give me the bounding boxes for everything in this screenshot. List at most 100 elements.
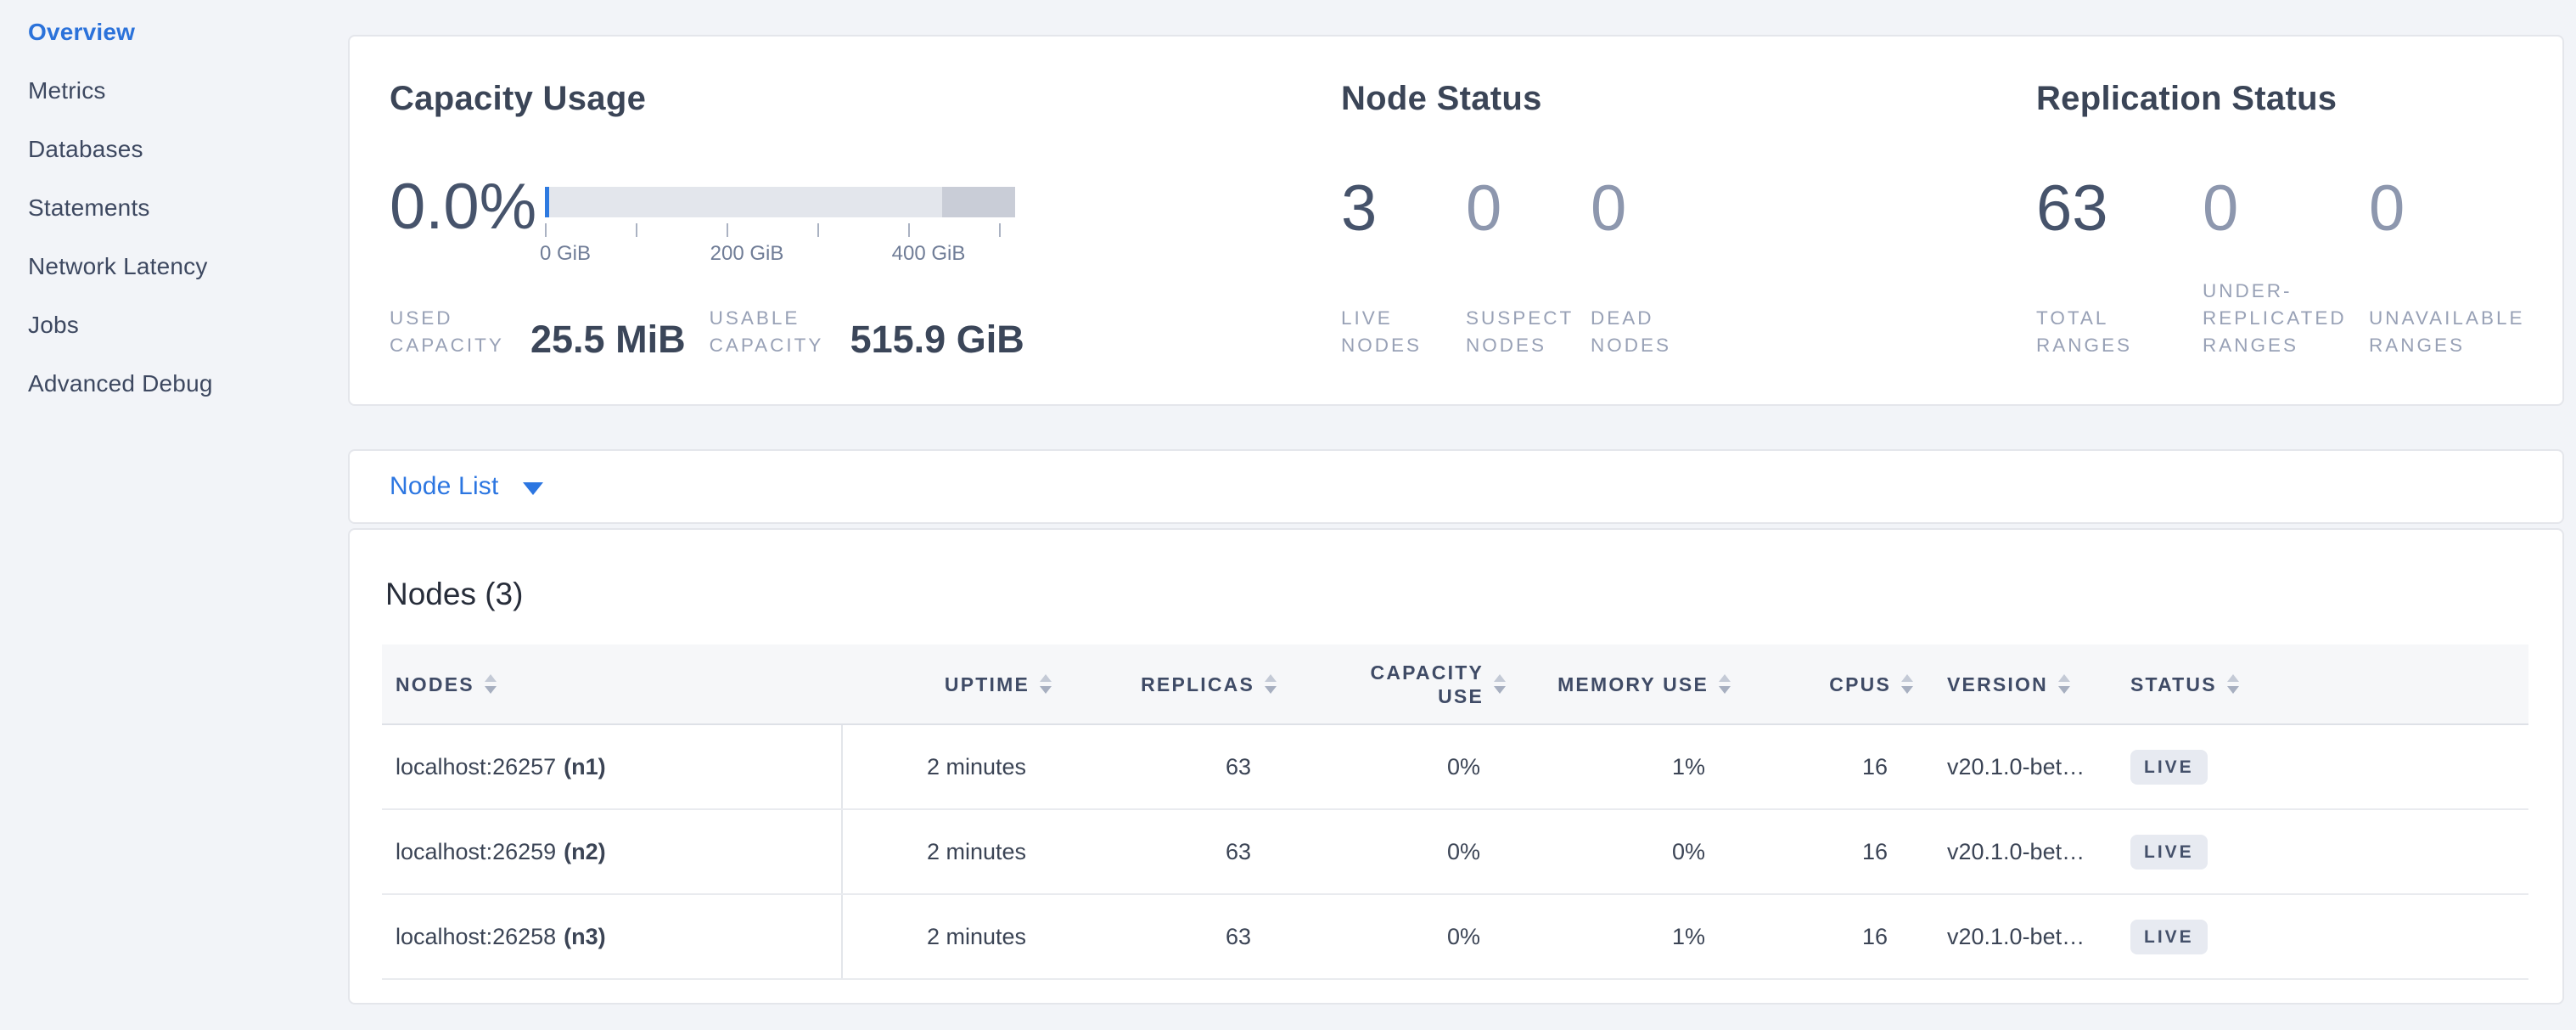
capacity-usage-body: 0.0% — [390, 173, 1035, 267]
replicas-cell: 63 — [1052, 725, 1277, 808]
live-nodes-value: 3 — [1341, 175, 1466, 243]
node-address-cell: localhost:26258(n3) — [382, 895, 841, 978]
capacity-usage-section: Capacity Usage 0.0% — [390, 79, 1035, 359]
nodes-table: NODES UPTIME REPLICAS CAPACITY USE MEMOR… — [382, 644, 2528, 980]
sort-icon — [1494, 674, 1506, 694]
cpus-cell: 16 — [1731, 895, 1913, 978]
sidebar-item-network-latency[interactable]: Network Latency — [28, 237, 317, 295]
chevron-down-icon — [523, 482, 543, 495]
node-list-dropdown-label: Node List — [390, 472, 499, 501]
unavailable-ranges-label: UNAVAILABLE RANGES — [2369, 305, 2535, 359]
capacity-axis-ticks — [545, 223, 1015, 237]
sort-icon — [1901, 674, 1913, 694]
capacity-used-percent: 0.0% — [390, 173, 545, 267]
suspect-nodes-value: 0 — [1466, 175, 1591, 243]
node-id: (n2) — [564, 839, 606, 865]
sort-icon — [1719, 674, 1731, 694]
main-content: Capacity Usage 0.0% — [348, 35, 2564, 1005]
capacity-usage-title: Capacity Usage — [390, 79, 1035, 119]
table-row-node-3[interactable]: localhost:26258(n3) 2 minutes 63 0% 1% 1… — [382, 895, 2528, 980]
status-badge: LIVE — [2130, 750, 2208, 785]
cpus-cell: 16 — [1731, 725, 1913, 808]
usable-capacity-stat: USABLE CAPACITY 515.9 GiB — [710, 305, 1024, 359]
column-header-nodes[interactable]: NODES — [382, 644, 841, 723]
sidebar: Overview Metrics Databases Statements Ne… — [28, 3, 317, 413]
dead-nodes-label: DEAD NODES — [1591, 305, 1715, 359]
replication-status-values: 63 0 0 — [2036, 175, 2554, 243]
version-cell: v20.1.0-bet… — [1913, 895, 2113, 978]
usable-capacity-value: 515.9 GiB — [850, 320, 1024, 359]
node-status-section: Node Status 3 0 0 LIVE NODES SUSPECT NOD… — [1341, 79, 1833, 359]
column-header-memory-use[interactable]: MEMORY USE — [1506, 644, 1731, 723]
axis-label-400gib: 400 GiB — [892, 242, 966, 266]
usable-capacity-label: USABLE CAPACITY — [710, 305, 828, 359]
status-badge: LIVE — [2130, 920, 2208, 954]
view-selector-card: Node List — [348, 449, 2564, 524]
sidebar-item-advanced-debug[interactable]: Advanced Debug — [28, 354, 317, 413]
sidebar-item-statements[interactable]: Statements — [28, 178, 317, 237]
total-ranges-label: TOTAL RANGES — [2036, 305, 2203, 359]
uptime-cell: 2 minutes — [841, 810, 1052, 893]
column-header-status[interactable]: STATUS — [2113, 644, 2528, 723]
memory-use-cell: 0% — [1506, 810, 1731, 893]
capacity-axis-labels: 0 GiB 200 GiB 400 GiB — [545, 242, 1015, 267]
sort-icon — [1265, 674, 1277, 694]
under-replicated-ranges-label: UNDER-REPLICATED RANGES — [2203, 278, 2369, 359]
uptime-cell: 2 minutes — [841, 895, 1052, 978]
capacity-bar — [545, 187, 1015, 217]
sort-icon — [2058, 674, 2070, 694]
sort-icon — [2227, 674, 2239, 694]
total-ranges-value: 63 — [2036, 175, 2203, 243]
sort-icon — [1040, 674, 1052, 694]
capacity-stats: USED CAPACITY 25.5 MiB USABLE CAPACITY 5… — [390, 305, 1024, 359]
sidebar-item-metrics[interactable]: Metrics — [28, 61, 317, 120]
nodes-table-header: NODES UPTIME REPLICAS CAPACITY USE MEMOR… — [382, 644, 2528, 725]
replication-status-title: Replication Status — [2036, 79, 2554, 119]
capacity-use-cell: 0% — [1277, 895, 1506, 978]
replicas-cell: 63 — [1052, 810, 1277, 893]
nodes-table-title: Nodes (3) — [385, 576, 2562, 613]
sidebar-item-overview[interactable]: Overview — [28, 3, 317, 61]
capacity-bar-used-segment — [545, 187, 549, 217]
sort-icon — [485, 674, 497, 694]
column-header-version[interactable]: VERSION — [1913, 644, 2113, 723]
capacity-bar-reserved-segment — [942, 187, 1015, 217]
cluster-overview-page: Overview Metrics Databases Statements Ne… — [0, 0, 2576, 1030]
axis-label-0gib: 0 GiB — [540, 242, 591, 266]
unavailable-ranges-value: 0 — [2369, 175, 2535, 243]
replication-status-section: Replication Status 63 0 0 TOTAL RANGES U… — [2036, 79, 2554, 359]
column-header-capacity-use[interactable]: CAPACITY USE — [1277, 644, 1506, 723]
node-status-labels: LIVE NODES SUSPECT NODES DEAD NODES — [1341, 305, 1715, 359]
node-id: (n3) — [564, 924, 606, 950]
nodes-card: Nodes (3) NODES UPTIME REPLICAS CAPACITY… — [348, 528, 2564, 1005]
replicas-cell: 63 — [1052, 895, 1277, 978]
node-id: (n1) — [564, 754, 606, 780]
sidebar-item-jobs[interactable]: Jobs — [28, 295, 317, 354]
column-header-cpus[interactable]: CPUS — [1731, 644, 1913, 723]
live-nodes-label: LIVE NODES — [1341, 305, 1466, 359]
status-cell: LIVE — [2113, 895, 2528, 978]
dead-nodes-value: 0 — [1591, 175, 1715, 243]
capacity-use-cell: 0% — [1277, 725, 1506, 808]
table-row-node-2[interactable]: localhost:26259(n2) 2 minutes 63 0% 0% 1… — [382, 810, 2528, 895]
under-replicated-ranges-value: 0 — [2203, 175, 2369, 243]
suspect-nodes-label: SUSPECT NODES — [1466, 305, 1591, 359]
column-header-uptime[interactable]: UPTIME — [841, 644, 1052, 723]
node-list-dropdown[interactable]: Node List — [390, 472, 543, 501]
capacity-use-cell: 0% — [1277, 810, 1506, 893]
used-capacity-value: 25.5 MiB — [530, 320, 686, 359]
uptime-cell: 2 minutes — [841, 725, 1052, 808]
table-row-node-1[interactable]: localhost:26257(n1) 2 minutes 63 0% 1% 1… — [382, 725, 2528, 810]
capacity-bar-chart: 0 GiB 200 GiB 400 GiB — [545, 187, 1015, 267]
node-status-values: 3 0 0 — [1341, 175, 1833, 243]
status-badge: LIVE — [2130, 835, 2208, 870]
version-cell: v20.1.0-bet… — [1913, 725, 2113, 808]
node-status-title: Node Status — [1341, 79, 1833, 119]
sidebar-item-databases[interactable]: Databases — [28, 120, 317, 178]
status-cell: LIVE — [2113, 725, 2528, 808]
axis-label-200gib: 200 GiB — [710, 242, 784, 266]
memory-use-cell: 1% — [1506, 725, 1731, 808]
column-header-replicas[interactable]: REPLICAS — [1052, 644, 1277, 723]
node-address-cell: localhost:26259(n2) — [382, 810, 841, 893]
version-cell: v20.1.0-bet… — [1913, 810, 2113, 893]
